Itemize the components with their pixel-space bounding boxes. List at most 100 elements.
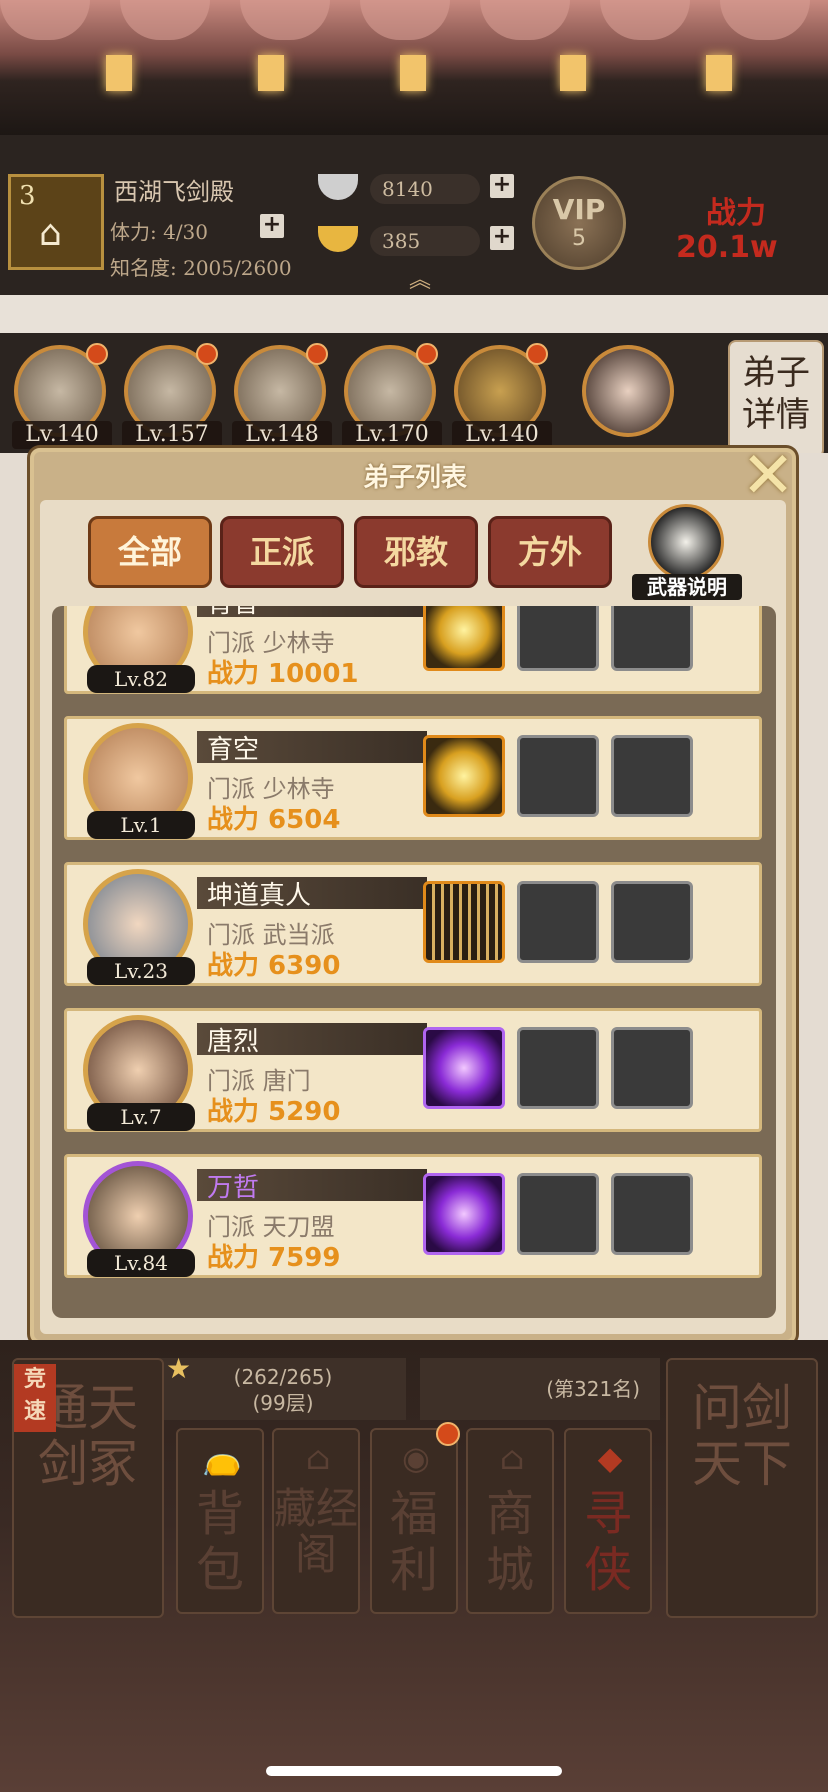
weapon-icon [648,504,724,580]
weapon-slot[interactable] [423,1173,505,1255]
disciple-power: 战力 7599 [207,1243,341,1273]
add-silver-button[interactable]: + [490,174,514,198]
rank-text[interactable]: (第321名) [420,1358,660,1420]
empty-slot[interactable] [517,606,599,671]
disciple-level: Lv.23 [87,957,195,985]
notification-dot [526,343,548,365]
add-stamina-button[interactable]: + [260,214,284,238]
bag-icon: 👝 [202,1439,242,1477]
hero-level: Lv.170 [342,421,442,449]
empty-slot[interactable] [517,1173,599,1255]
list-item[interactable]: Lv.82 育智 门派 少林寺 战力 10001 [64,606,762,694]
nav-welfare[interactable]: ◉ 福利 [370,1422,460,1614]
weapon-help-button[interactable]: 武器说明 [632,500,742,600]
tab-all[interactable]: 全部 [88,516,212,588]
hero-level: Lv.157 [122,421,222,449]
disciple-level: Lv.1 [87,811,195,839]
disciple-power: 战力 5290 [207,1097,341,1127]
weapon-slot[interactable] [423,881,505,963]
empty-slot[interactable] [611,1173,693,1255]
expand-chevron-icon[interactable]: ︽ [404,262,436,293]
disciple-level: Lv.82 [87,665,195,693]
disciple-name: 育智 [207,606,259,620]
tab-orthodox[interactable]: 正派 [220,516,344,588]
notification-dot [306,343,328,365]
empty-slot[interactable] [611,735,693,817]
hero-avatar[interactable]: Lv.170 [342,343,442,449]
notification-dot [436,1422,460,1446]
disciple-power: 战力 10001 [207,659,359,689]
pavilion-icon: ⌂ [305,1439,331,1477]
list-item[interactable]: Lv.23 坤道真人 门派 武当派 战力 6390 [64,862,762,986]
vip-label: VIP [552,193,606,226]
vip-badge[interactable]: VIP 5 [532,176,626,270]
hero-level: Lv.140 [12,421,112,449]
player-level-badge[interactable]: 3 ⌂ [8,174,104,270]
gift-icon: ◉ [402,1439,430,1477]
close-icon[interactable]: ✕ [736,444,800,510]
list-item[interactable]: Lv.84 万哲 门派 天刀盟 战力 7599 [64,1154,762,1278]
notification-dot [416,343,438,365]
hero-avatar[interactable]: Lv.148 [232,343,332,449]
hero-lineup: Lv.140 Lv.157 Lv.148 Lv.170 Lv.140 [0,333,828,453]
house-icon: ⌂ [39,213,62,254]
divider-strip [0,295,828,333]
hero-avatar[interactable]: Lv.140 [12,343,112,449]
player-level: 3 [19,181,36,211]
nav-label: 背包 [195,1486,244,1598]
tab-evil-sect[interactable]: 邪教 [354,516,478,588]
fame-text: 知名度: 2005/2600 [110,256,292,280]
compete-badge: 竞速 [14,1364,56,1432]
home-indicator[interactable] [266,1766,562,1776]
tab-outsider[interactable]: 方外 [488,516,612,588]
power-label: 战力 [706,196,766,231]
star-icon: ★ [166,1352,192,1385]
empty-slot[interactable] [517,881,599,963]
roof-banner [0,0,828,135]
empty-slot[interactable] [517,735,599,817]
tower-floor: (99层) [252,1391,314,1415]
stamina-text: 体力: 4/30 [110,220,209,244]
nav-bag[interactable]: 👝 背包 [176,1428,264,1614]
hero-avatar[interactable]: Lv.140 [452,343,552,449]
nav-label: 藏经阁 [274,1484,359,1579]
disciple-list[interactable]: Lv.82 育智 门派 少林寺 战力 10001 Lv.1 育空 门派 少林寺 … [52,606,776,1318]
seek-icon: ◆ [597,1439,623,1477]
nav-library[interactable]: ⌂ 藏经阁 [272,1428,360,1614]
dialog-title: 弟子列表 [362,463,467,493]
disciple-name: 万哲 [207,1173,260,1203]
list-item[interactable]: Lv.7 唐烈 门派 唐门 战力 5290 [64,1008,762,1132]
add-gold-button[interactable]: + [490,226,514,250]
tower-progress-count: (262/265) [233,1365,333,1389]
gold-amount: 385 [370,226,480,256]
empty-slot[interactable] [517,1027,599,1109]
disciple-name: 坤道真人 [207,881,312,911]
list-item[interactable]: Lv.1 育空 门派 少林寺 战力 6504 [64,716,762,840]
tower-progress[interactable]: (262/265) (99层) [160,1358,406,1420]
empty-slot[interactable] [611,606,693,671]
hero-avatar[interactable] [582,345,674,437]
player-name: 西湖飞剑殿 [114,178,234,206]
weapon-slot[interactable] [423,606,505,671]
empty-slot[interactable] [611,881,693,963]
silver-amount: 8140 [370,174,480,204]
hero-level: Lv.148 [232,421,332,449]
nav-label: 福利 [389,1486,438,1598]
nav-label: 商城 [485,1486,534,1598]
weapon-slot[interactable] [423,735,505,817]
nav-label: 寻侠 [583,1486,632,1598]
hero-level: Lv.140 [452,421,552,449]
disciple-power: 战力 6390 [207,951,341,981]
nav-seek[interactable]: ◆ 寻侠 [564,1428,652,1614]
sword-arena-button[interactable]: 问剑天下 [666,1358,818,1618]
hero-avatar[interactable]: Lv.157 [122,343,222,449]
nav-shop[interactable]: ⌂ 商城 [466,1428,554,1614]
disciple-name: 育空 [207,735,260,765]
vip-level: 5 [572,226,586,251]
disciple-level: Lv.7 [87,1103,195,1131]
weapon-slot[interactable] [423,1027,505,1109]
empty-slot[interactable] [611,1027,693,1109]
notification-dot [86,343,108,365]
notification-dot [196,343,218,365]
weapon-help-label: 武器说明 [632,574,742,600]
